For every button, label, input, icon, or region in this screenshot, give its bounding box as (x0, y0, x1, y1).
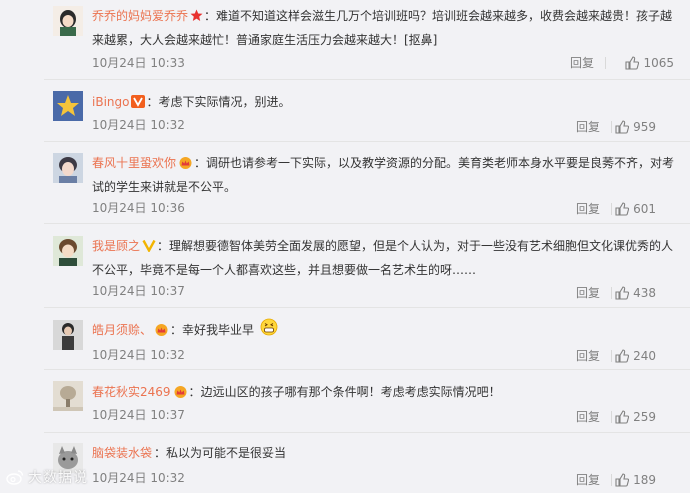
comment-date: 10月24日 10:33 (92, 56, 185, 70)
like-button[interactable]: 1065 (625, 56, 674, 70)
like-button[interactable]: 959 (615, 120, 656, 134)
reply-button[interactable]: 回复 (570, 56, 594, 70)
colon: ： (170, 323, 183, 337)
colon: ： (146, 95, 159, 109)
comment-text: 私以为可能不是很妥当 (166, 446, 287, 460)
thumbs-up-icon (615, 286, 630, 300)
divider (611, 411, 612, 423)
watermark-text: 大数据说 (28, 470, 88, 486)
comment-date: 10月24日 10:37 (92, 284, 185, 298)
avatar[interactable] (53, 381, 83, 411)
divider (611, 203, 612, 215)
comment-item: iBingo ：考虑下实际情况，别进。 10月24日 10:32 回复 959 (44, 79, 690, 138)
avatar[interactable] (53, 320, 83, 350)
divider (611, 350, 612, 362)
red-star-icon (190, 7, 203, 29)
colon: ： (204, 9, 217, 23)
username-link[interactable]: 皓月须赊、 (92, 323, 152, 337)
like-count: 259 (633, 410, 656, 424)
reply-button[interactable]: 回复 (576, 349, 600, 363)
like-count: 240 (633, 349, 656, 363)
avatar-image (53, 6, 83, 36)
comment-item: 乔乔的妈妈爱乔乔 ：难道不知道这样会滋生几万个培训班吗？培训班会越来越多，收费会越… (44, 0, 690, 79)
like-button[interactable]: 189 (615, 473, 656, 487)
username-link[interactable]: iBingo (92, 95, 129, 109)
username-link[interactable]: 春风十里蛩欢你 (92, 156, 176, 170)
colon: ： (188, 385, 201, 399)
thumbs-up-icon (625, 56, 640, 70)
comment-text: 理解想要德智体美劳全面发展的愿望，但是个人认为，对于一些没有艺术细胞但文化课优秀… (92, 239, 674, 277)
comment-item: 春风十里蛩欢你 ：调研也请参考一下实际，以及教学资源的分配。美育类老师本身水平要是… (44, 141, 690, 223)
like-count: 1065 (643, 56, 674, 70)
comment-text: 边远山区的孩子哪有那个条件啊！考虑考虑实际情况吧！ (200, 385, 501, 399)
like-button[interactable]: 240 (615, 349, 656, 363)
watermark: 大数据说 (6, 467, 88, 487)
comment-date: 10月24日 10:32 (92, 118, 185, 132)
avatar-image (53, 91, 83, 121)
like-count: 601 (633, 202, 656, 216)
crown-icon (154, 321, 169, 343)
username-link[interactable]: 我是顾之 (92, 239, 140, 253)
avatar[interactable] (53, 153, 83, 183)
comment-item: 皓月须赊、 ：幸好我毕业早 10月24日 10:32 回复 240 (44, 307, 690, 369)
like-count: 189 (633, 473, 656, 487)
avatar[interactable] (53, 91, 83, 121)
thumbs-up-icon (615, 410, 630, 424)
crown-icon (178, 154, 193, 176)
username-link[interactable]: 脑袋装水袋 (92, 446, 152, 460)
comment-item: 春花秋实2469 ：边远山区的孩子哪有那个条件啊！考虑考虑实际情况吧！ 10月24… (44, 369, 690, 430)
colon: ： (154, 446, 167, 460)
reply-button[interactable]: 回复 (576, 202, 600, 216)
reply-button[interactable]: 回复 (576, 473, 600, 487)
colon: ： (157, 239, 170, 253)
yellow-v-icon (142, 237, 156, 259)
thumbs-up-icon (615, 473, 630, 487)
divider (611, 121, 612, 133)
reply-button[interactable]: 回复 (576, 286, 600, 300)
like-button[interactable]: 601 (615, 202, 656, 216)
username-link[interactable]: 春花秋实2469 (92, 385, 171, 399)
avatar-image (53, 320, 83, 350)
orange-v-icon (131, 93, 146, 115)
username-link[interactable]: 乔乔的妈妈爱乔乔 (92, 9, 188, 23)
avatar[interactable] (53, 236, 83, 266)
colon: ： (194, 156, 207, 170)
crown-icon (173, 383, 188, 405)
thumbs-up-icon (615, 202, 630, 216)
grin-emoji-icon (260, 318, 278, 343)
divider (605, 57, 606, 69)
avatar[interactable] (53, 6, 83, 36)
thumbs-up-icon (615, 120, 630, 134)
thumbs-up-icon (615, 349, 630, 363)
comment-date: 10月24日 10:37 (92, 408, 185, 422)
like-count: 438 (633, 286, 656, 300)
comment-date: 10月24日 10:32 (92, 348, 185, 362)
avatar-image (53, 381, 83, 411)
comment-date: 10月24日 10:36 (92, 201, 185, 215)
like-count: 959 (633, 120, 656, 134)
weibo-icon (6, 470, 24, 485)
divider (611, 287, 612, 299)
like-button[interactable]: 259 (615, 410, 656, 424)
reply-button[interactable]: 回复 (576, 120, 600, 134)
like-button[interactable]: 438 (615, 286, 656, 300)
comment-date: 10月24日 10:32 (92, 471, 185, 485)
comment-item: 我是顾之 ：理解想要德智体美劳全面发展的愿望，但是个人认为，对于一些没有艺术细胞但… (44, 223, 690, 305)
comment-text: 幸好我毕业早 (182, 323, 255, 337)
comment-text: 考虑下实际情况，别进。 (158, 95, 291, 109)
comment-item: 脑袋装水袋 ：私以为可能不是很妥当 10月24日 10:32 回复 189 (44, 432, 690, 493)
avatar-image (53, 236, 83, 266)
avatar-image (53, 153, 83, 183)
divider (611, 474, 612, 486)
reply-button[interactable]: 回复 (576, 410, 600, 424)
